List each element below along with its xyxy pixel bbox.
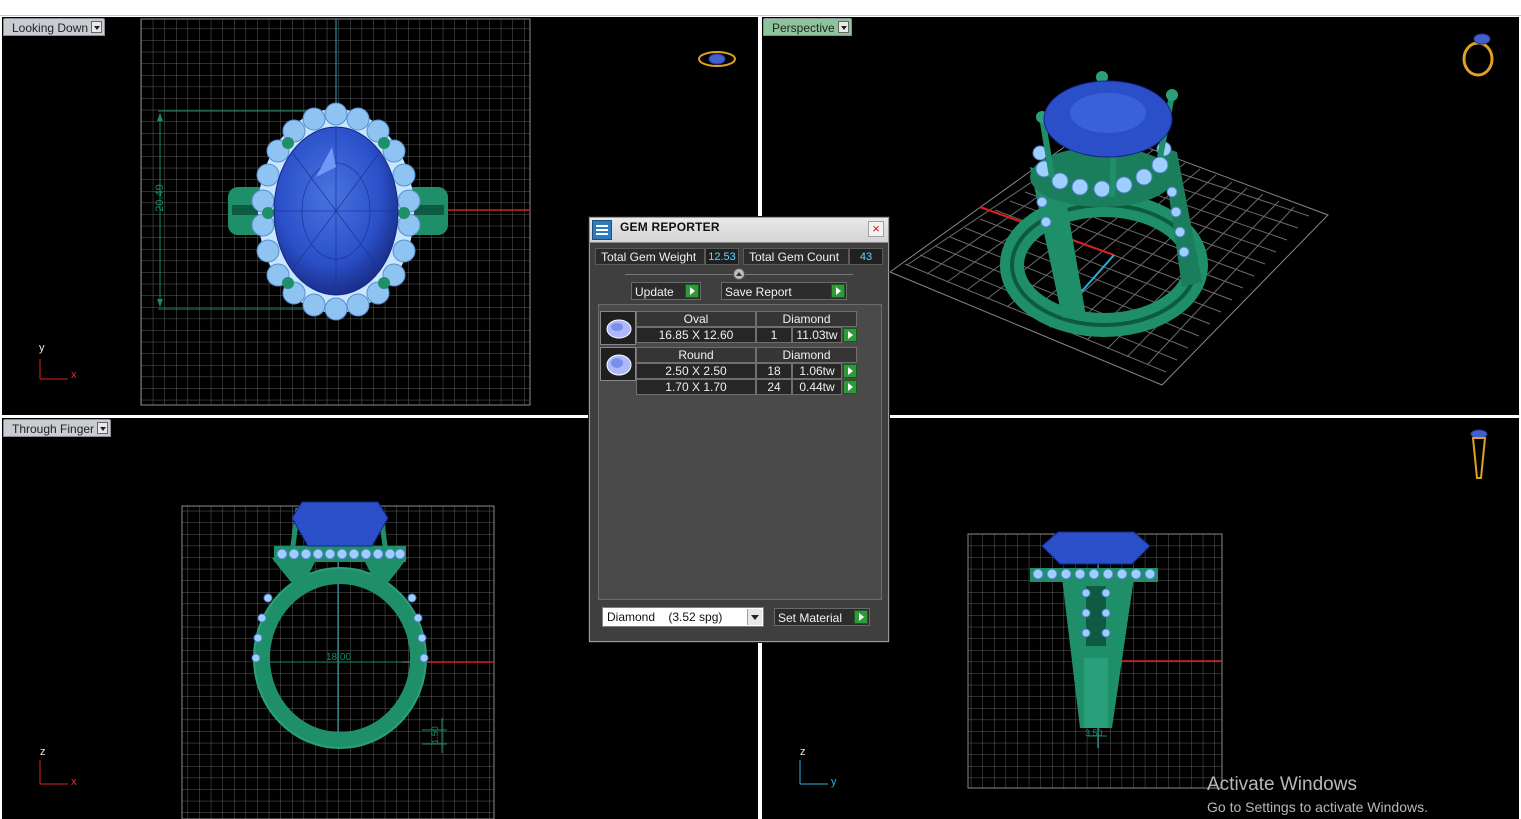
chevron-down-icon[interactable] (747, 609, 762, 625)
dimension-label-2: 1.50 (429, 726, 440, 744)
round-gem-icon[interactable] (600, 347, 636, 381)
ring-side-view-icon[interactable] (1468, 428, 1490, 482)
view-label-text: Perspective (772, 21, 835, 35)
top-strip (0, 0, 1521, 16)
update-button[interactable]: Update (631, 282, 701, 300)
center-stone-side (291, 501, 389, 547)
gem-weight: 11.03tw (792, 327, 842, 343)
save-report-button-label: Save Report (725, 285, 792, 299)
play-arrow-icon (685, 284, 699, 298)
gem-count: 1 (756, 327, 792, 343)
ring-top-view-icon[interactable] (696, 47, 738, 71)
material-select-value: Diamond (3.52 spg) (607, 610, 723, 624)
play-arrow-icon (831, 284, 845, 298)
axis-v-label: y (39, 342, 45, 354)
total-gem-weight-label: Total Gem Weight (595, 248, 705, 265)
ring-perspective-icon[interactable] (1460, 29, 1500, 79)
axis-h-label: y (831, 776, 837, 788)
material-select[interactable]: Diamond (3.52 spg) (602, 607, 764, 627)
axis-h-label: x (71, 369, 77, 381)
center-stone-side-2 (1041, 531, 1151, 565)
total-gem-count-label: Total Gem Count (743, 248, 849, 265)
gem-count: 18 (756, 363, 792, 379)
gem-weight: 1.06tw (792, 363, 842, 379)
view-label-perspective[interactable]: Perspective (763, 18, 852, 36)
axis-v-label: z (800, 746, 806, 758)
total-gem-count-value: 43 (849, 248, 883, 265)
set-material-button[interactable]: Set Material (774, 608, 870, 626)
close-icon[interactable]: × (868, 221, 884, 237)
axis-v-label: z (40, 746, 46, 758)
activate-windows-title: Activate Windows (1207, 774, 1357, 795)
view-label-through-finger[interactable]: Through Finger (3, 419, 112, 437)
gem-reporter-title: GEM REPORTER (620, 220, 720, 234)
total-gem-weight-value: 12.53 (705, 248, 739, 265)
play-arrow-icon (854, 610, 868, 624)
gem-reporter-app-icon (592, 220, 612, 240)
dimension-label: 18.00 (326, 652, 352, 663)
view-dropdown-icon[interactable] (97, 422, 109, 434)
view-label-looking-down[interactable]: Looking Down (3, 18, 106, 36)
gem-reporter-titlebar[interactable]: GEM REPORTER × (590, 218, 888, 243)
oval-gem-icon[interactable] (600, 311, 636, 345)
view-dropdown-icon[interactable] (91, 21, 103, 33)
select-gem-row-button[interactable] (843, 380, 857, 394)
activate-windows-subtitle: Go to Settings to activate Windows. (1207, 799, 1428, 815)
gem-material-header: Diamond (756, 347, 857, 363)
select-gem-row-button[interactable] (843, 364, 857, 378)
gem-material-header: Diamond (756, 311, 857, 327)
select-gem-row-button[interactable] (843, 328, 857, 342)
gem-size: 2.50 X 2.50 (636, 363, 756, 379)
gem-reporter-dialog: GEM REPORTER × Total Gem Weight 12.53 To… (589, 217, 889, 642)
gem-count: 24 (756, 379, 792, 395)
view-dropdown-icon[interactable] (837, 21, 849, 33)
update-button-label: Update (635, 285, 674, 299)
dimension-label: 20.49 (153, 184, 166, 212)
collapse-knob-icon[interactable] (733, 268, 745, 280)
dimension-label: 3.50 (1085, 728, 1103, 738)
axis-h-label: x (71, 776, 77, 788)
gem-shape-header: Oval (636, 311, 756, 327)
save-report-button[interactable]: Save Report (721, 282, 847, 300)
view-label-text: Looking Down (12, 21, 89, 35)
gem-size: 1.70 X 1.70 (636, 379, 756, 395)
gem-shape-header: Round (636, 347, 756, 363)
view-label-text: Through Finger (12, 422, 95, 436)
gem-weight: 0.44tw (792, 379, 842, 395)
set-material-button-label: Set Material (778, 611, 843, 625)
gem-size: 16.85 X 12.60 (636, 327, 756, 343)
gem-list-panel[interactable]: Oval Diamond 16.85 X 12.60 1 11.03tw Rou… (598, 304, 882, 600)
